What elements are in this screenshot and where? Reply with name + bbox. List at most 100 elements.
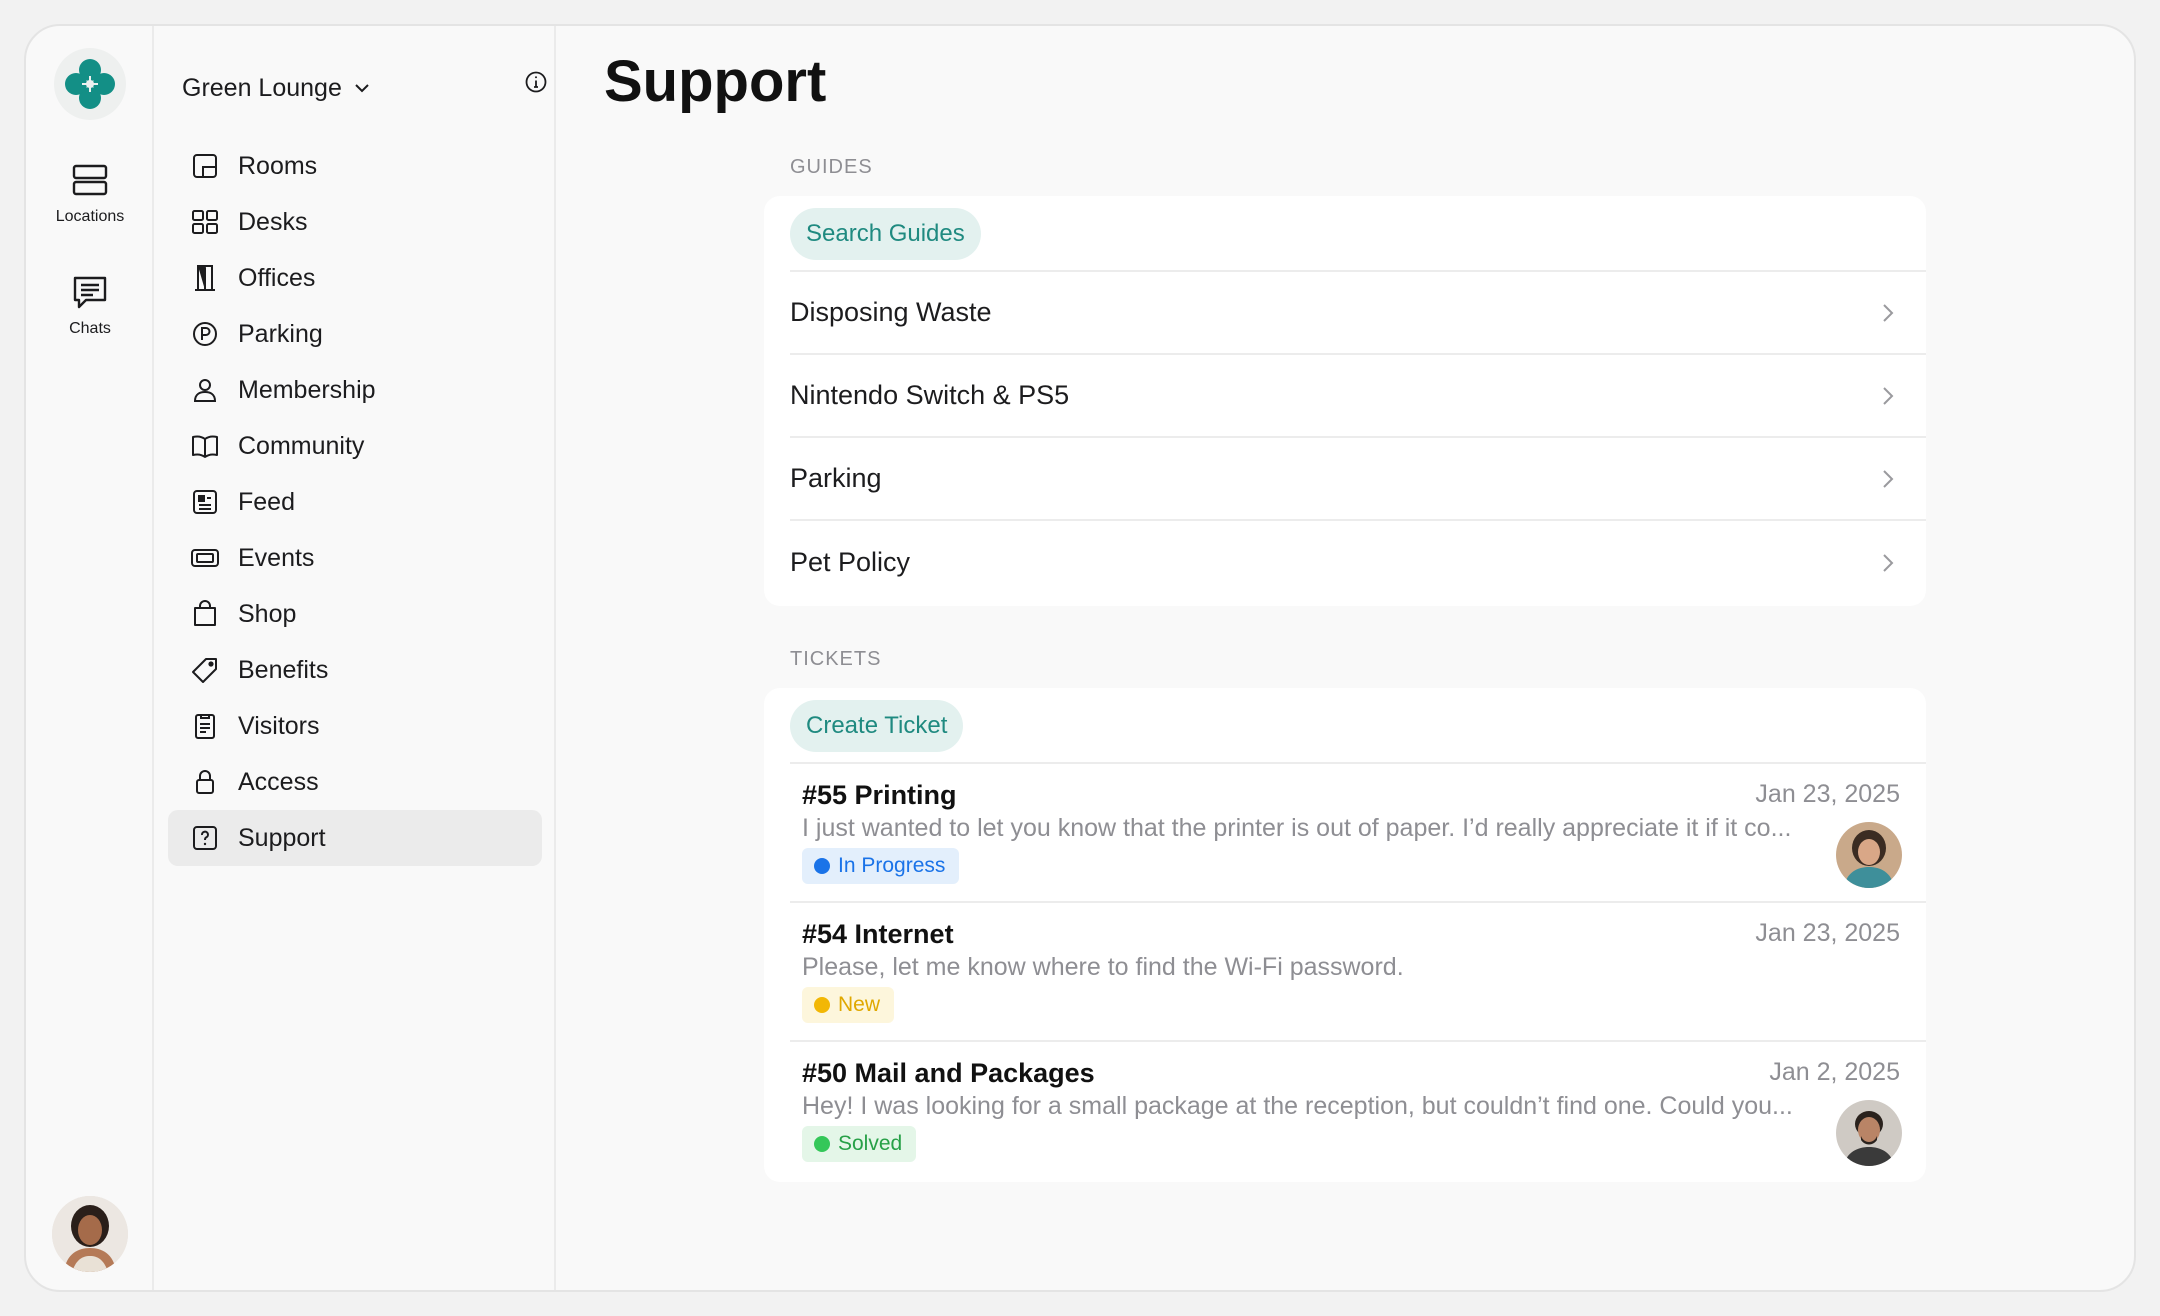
ticket-date: Jan 23, 2025 xyxy=(1755,919,1900,947)
chevron-right-icon xyxy=(1883,386,1894,405)
chevron-right-icon xyxy=(1883,469,1894,488)
sidebar-item-membership[interactable]: Membership xyxy=(168,362,542,418)
status-dot-icon xyxy=(814,1136,830,1152)
sidebar-item-label: Feed xyxy=(238,487,295,516)
ticket-date: Jan 23, 2025 xyxy=(1755,780,1900,808)
chat-icon xyxy=(73,276,107,309)
sidebar-item-desks[interactable]: Desks xyxy=(168,194,542,250)
rail-item-locations[interactable]: Locations xyxy=(26,160,154,226)
sidebar-item-parking[interactable]: Parking xyxy=(168,306,542,362)
guide-item[interactable]: Nintendo Switch & PS5 xyxy=(790,355,1926,438)
guide-item[interactable]: Disposing Waste xyxy=(790,272,1926,355)
guides-toolbar: Search Guides xyxy=(790,196,1926,272)
sidebar-item-label: Rooms xyxy=(238,151,318,180)
guide-title: Disposing Waste xyxy=(790,297,992,327)
sidebar-item-visitors[interactable]: Visitors xyxy=(168,698,542,754)
sidebar-item-label: Parking xyxy=(238,319,323,348)
info-icon[interactable] xyxy=(524,70,548,94)
rooms-icon xyxy=(193,154,217,178)
status-dot-icon xyxy=(814,858,830,874)
ticket-row[interactable]: #55 Printing Jan 23, 2025 I just wanted … xyxy=(790,764,1926,903)
sidebar-item-label: Access xyxy=(238,767,319,796)
lock-icon xyxy=(196,770,214,794)
sidebar-item-offices[interactable]: Offices xyxy=(168,250,542,306)
user-avatar[interactable] xyxy=(52,1196,128,1272)
sidebar-item-label: Shop xyxy=(238,599,297,628)
tickets-card: Create Ticket #55 Printing Jan 23, 2025 … xyxy=(764,688,1926,1182)
main-content: Support GUIDES Search Guides Disposing W… xyxy=(558,26,2134,1290)
ticket-icon xyxy=(191,549,219,567)
avatar xyxy=(1836,1100,1902,1166)
parking-icon xyxy=(193,322,217,346)
sidebar-nav: Rooms Desks Offices Parking Membership C… xyxy=(168,138,542,866)
feed-icon xyxy=(193,490,217,514)
guide-title: Pet Policy xyxy=(790,547,911,577)
page-title: Support xyxy=(604,49,827,114)
sidebar-item-benefits[interactable]: Benefits xyxy=(168,642,542,698)
sidebar-item-label: Desks xyxy=(238,207,308,236)
desks-icon xyxy=(192,210,218,234)
search-guides-button[interactable]: Search Guides xyxy=(790,208,981,260)
guides-section-label: GUIDES xyxy=(790,156,873,178)
bag-icon xyxy=(194,600,216,626)
status-label: New xyxy=(838,993,881,1016)
status-label: Solved xyxy=(838,1132,903,1155)
ticket-row[interactable]: #54 Internet Jan 23, 2025 Please, let me… xyxy=(790,903,1926,1042)
app-rail: Locations Chats xyxy=(26,26,154,1290)
chevron-right-icon xyxy=(1883,553,1894,572)
flower-logo-icon[interactable] xyxy=(54,48,126,120)
status-dot-icon xyxy=(814,997,830,1013)
sidebar-item-community[interactable]: Community xyxy=(168,418,542,474)
rail-label: Chats xyxy=(69,320,111,337)
rail-label: Locations xyxy=(55,208,125,225)
guide-title: Parking xyxy=(790,463,882,493)
sidebar: Green Lounge Rooms Desks Offices Parking… xyxy=(154,26,556,1290)
book-icon xyxy=(192,435,218,458)
sidebar-item-feed[interactable]: Feed xyxy=(168,474,542,530)
sidebar-item-label: Visitors xyxy=(238,711,320,740)
ticket-title: #55 Printing xyxy=(802,780,957,810)
create-ticket-button[interactable]: Create Ticket xyxy=(790,700,964,752)
ticket-title: #54 Internet xyxy=(802,919,954,949)
sidebar-item-label: Offices xyxy=(238,263,316,292)
tickets-toolbar: Create Ticket xyxy=(790,688,1926,764)
membership-icon xyxy=(193,379,217,402)
sidebar-item-label: Events xyxy=(238,543,315,572)
sidebar-item-support[interactable]: Support xyxy=(168,810,542,866)
sidebar-item-rooms[interactable]: Rooms xyxy=(168,138,542,194)
sidebar-item-label: Support xyxy=(238,823,326,852)
guide-item[interactable]: Parking xyxy=(790,438,1926,521)
guide-item[interactable]: Pet Policy xyxy=(790,521,1926,604)
sidebar-item-label: Benefits xyxy=(238,655,329,684)
guide-title: Nintendo Switch & PS5 xyxy=(790,380,1070,410)
chevron-down-icon xyxy=(355,84,369,93)
locations-icon xyxy=(72,164,108,196)
chevron-right-icon xyxy=(1883,303,1894,322)
ticket-row[interactable]: #50 Mail and Packages Jan 2, 2025 Hey! I… xyxy=(790,1042,1926,1181)
avatar xyxy=(1836,822,1902,888)
sidebar-item-shop[interactable]: Shop xyxy=(168,586,542,642)
status-badge: New xyxy=(802,987,895,1023)
ticket-preview: I just wanted to let you know that the p… xyxy=(802,814,1792,842)
ticket-preview: Hey! I was looking for a small package a… xyxy=(802,1092,1793,1120)
org-switcher[interactable]: Green Lounge xyxy=(182,68,372,108)
sidebar-item-label: Community xyxy=(238,431,365,460)
guides-list: Disposing Waste Nintendo Switch & PS5 Pa… xyxy=(764,272,1926,604)
clipboard-icon xyxy=(195,714,215,739)
ticket-title: #50 Mail and Packages xyxy=(802,1058,1095,1088)
tickets-section-label: TICKETS xyxy=(790,648,882,670)
status-badge: In Progress xyxy=(802,848,960,884)
org-name: Green Lounge xyxy=(182,73,342,102)
sidebar-item-events[interactable]: Events xyxy=(168,530,542,586)
ticket-date: Jan 2, 2025 xyxy=(1769,1058,1900,1086)
app-window: Locations Chats Green Lounge Rooms Desks… xyxy=(24,24,2136,1292)
sidebar-item-label: Membership xyxy=(238,375,376,404)
offices-icon xyxy=(195,265,215,291)
sidebar-item-access[interactable]: Access xyxy=(168,754,542,810)
status-label: In Progress xyxy=(838,854,946,877)
rail-item-chats[interactable]: Chats xyxy=(26,272,154,338)
ticket-preview: Please, let me know where to find the Wi… xyxy=(802,953,1404,981)
guides-card: Search Guides Disposing Waste Nintendo S… xyxy=(764,196,1926,606)
status-badge: Solved xyxy=(802,1126,917,1162)
help-icon xyxy=(193,826,217,850)
